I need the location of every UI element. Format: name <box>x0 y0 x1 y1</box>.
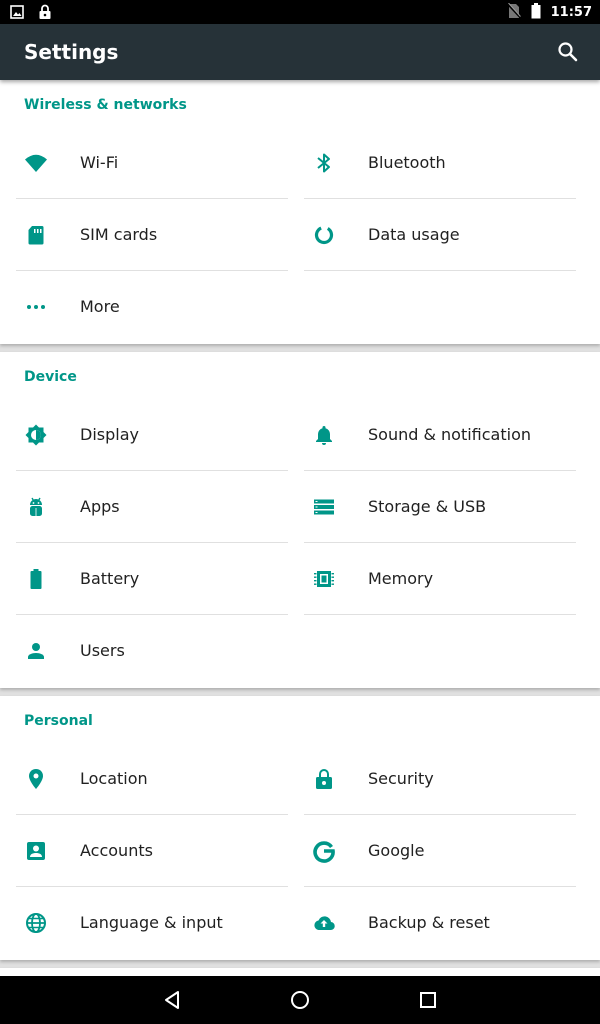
setting-label: SIM cards <box>80 225 158 244</box>
no-sim-icon <box>506 2 521 23</box>
setting-label: Google <box>368 841 425 860</box>
cloud-upload-icon <box>312 911 336 935</box>
page-title: Settings <box>24 40 119 64</box>
person-icon <box>24 639 48 663</box>
setting-label: Battery <box>80 569 140 588</box>
search-icon <box>558 42 578 62</box>
bell-icon <box>312 423 336 447</box>
setting-label: Language & input <box>80 913 223 932</box>
wifi-icon <box>24 151 48 175</box>
home-button[interactable] <box>288 988 312 1012</box>
sim-card-icon <box>24 223 48 247</box>
setting-location[interactable]: Location <box>0 743 288 815</box>
setting-label: Accounts <box>80 841 153 860</box>
setting-display[interactable]: Display <box>0 399 288 471</box>
storage-icon <box>312 495 336 519</box>
more-dots-icon <box>24 295 48 319</box>
setting-label: Sound & notification <box>368 425 532 444</box>
data-usage-icon <box>312 223 336 247</box>
setting-label: Apps <box>80 497 120 516</box>
divider <box>304 270 576 271</box>
setting-battery[interactable]: Battery <box>0 543 288 615</box>
battery-icon <box>24 567 48 591</box>
setting-label: Storage & USB <box>368 497 487 516</box>
setting-label: Memory <box>368 569 434 588</box>
setting-google[interactable]: Google <box>288 815 576 887</box>
navigation-bar <box>0 976 600 1024</box>
section-title: Wireless & networks <box>24 97 187 113</box>
brightness-icon <box>24 423 48 447</box>
setting-backup-reset[interactable]: Backup & reset <box>288 887 576 959</box>
android-icon <box>24 495 48 519</box>
image-notification-icon <box>10 4 24 24</box>
setting-data-usage[interactable]: Data usage <box>288 199 576 271</box>
google-g-icon <box>312 839 336 863</box>
back-icon <box>165 991 179 1009</box>
setting-apps[interactable]: Apps <box>0 471 288 543</box>
setting-security[interactable]: Security <box>288 743 576 815</box>
status-time: 11:57 <box>550 5 592 20</box>
divider <box>304 614 576 615</box>
setting-label: Security <box>368 769 434 788</box>
globe-icon <box>24 911 48 935</box>
section-partial <box>0 968 600 976</box>
setting-label: Location <box>80 769 148 788</box>
setting-storage-usb[interactable]: Storage & USB <box>288 471 576 543</box>
setting-bluetooth[interactable]: Bluetooth <box>288 127 576 199</box>
account-box-icon <box>24 839 48 863</box>
setting-more[interactable]: More <box>0 271 288 343</box>
section-wireless-networks: Wireless & networks Wi-Fi Bluetooth SIM … <box>0 80 600 344</box>
section-personal: Personal Location Security Accounts Goog… <box>0 696 600 960</box>
section-device: Device Display Sound & notification Apps <box>0 352 600 688</box>
back-button[interactable] <box>160 988 184 1012</box>
lock-icon <box>312 767 336 791</box>
battery-icon <box>531 3 541 23</box>
search-button[interactable] <box>556 40 580 64</box>
setting-label: More <box>80 297 120 316</box>
memory-chip-icon <box>312 567 336 591</box>
recents-icon <box>420 992 436 1008</box>
status-bar: 11:57 <box>0 0 600 24</box>
setting-label: Data usage <box>368 225 460 244</box>
setting-wifi[interactable]: Wi-Fi <box>0 127 288 199</box>
section-title: Device <box>24 369 77 385</box>
setting-label: Display <box>80 425 139 444</box>
setting-language-input[interactable]: Language & input <box>0 887 288 959</box>
setting-label: Users <box>80 641 125 660</box>
setting-sim-cards[interactable]: SIM cards <box>0 199 288 271</box>
location-pin-icon <box>24 767 48 791</box>
setting-accounts[interactable]: Accounts <box>0 815 288 887</box>
bluetooth-icon <box>312 151 336 175</box>
setting-sound-notification[interactable]: Sound & notification <box>288 399 576 471</box>
recents-button[interactable] <box>416 988 440 1012</box>
lock-icon <box>38 4 52 24</box>
setting-label: Wi-Fi <box>80 153 119 172</box>
setting-users[interactable]: Users <box>0 615 288 687</box>
home-icon <box>291 991 309 1009</box>
setting-label: Backup & reset <box>368 913 490 932</box>
section-title: Personal <box>24 713 93 729</box>
settings-list: Wireless & networks Wi-Fi Bluetooth SIM … <box>0 80 600 976</box>
setting-memory[interactable]: Memory <box>288 543 576 615</box>
app-bar: Settings <box>0 24 600 80</box>
setting-label: Bluetooth <box>368 153 446 172</box>
